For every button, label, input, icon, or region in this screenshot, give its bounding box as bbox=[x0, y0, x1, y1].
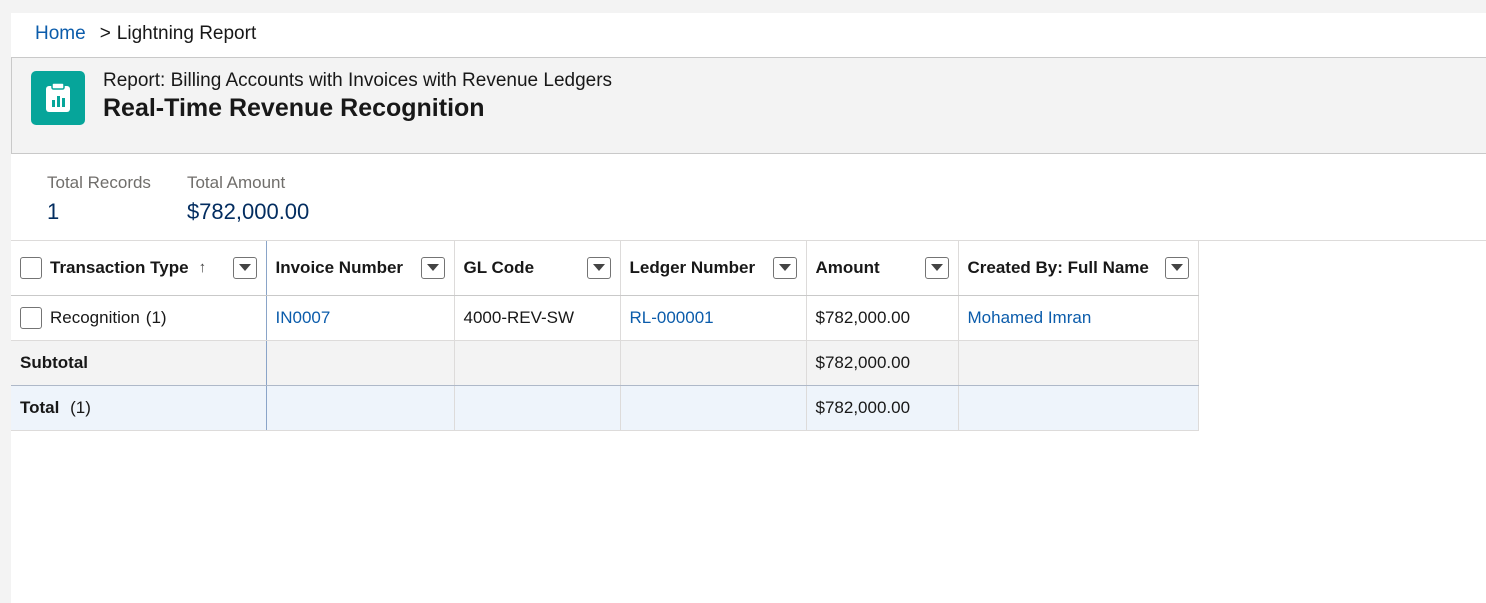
subtotal-empty-cell bbox=[454, 340, 621, 386]
column-menu-button-amount[interactable] bbox=[924, 256, 949, 279]
created-by-link[interactable]: Mohamed Imran bbox=[968, 308, 1092, 327]
total-amount-value: $782,000.00 bbox=[186, 199, 310, 224]
subtotal-amount: $782,000.00 bbox=[806, 340, 959, 386]
report-icon bbox=[31, 71, 85, 125]
subtotal-empty-cell bbox=[958, 340, 1199, 386]
invoice-number-link[interactable]: IN0007 bbox=[276, 308, 331, 327]
breadcrumb-separator: > bbox=[99, 23, 111, 44]
column-header-ledger-number: Ledger Number bbox=[620, 241, 807, 296]
column-label-transaction-type[interactable]: Transaction Type bbox=[50, 258, 189, 278]
total-amount-label: Total Amount bbox=[186, 173, 286, 192]
column-header-amount: Amount bbox=[806, 241, 959, 296]
column-menu-button-ledger-number[interactable] bbox=[772, 256, 797, 279]
group-label: Recognition bbox=[50, 307, 140, 327]
column-menu-button-gl-code[interactable] bbox=[586, 256, 611, 279]
table-row: Recognition (1) IN0007 4000-REV-SW RL-00… bbox=[11, 295, 1199, 341]
breadcrumb-home-link[interactable]: Home bbox=[35, 23, 86, 45]
total-label: Total bbox=[20, 397, 60, 417]
column-menu-button-created-by[interactable] bbox=[1164, 256, 1189, 279]
total-records-block: Total Records 1 bbox=[47, 173, 151, 225]
total-empty-cell bbox=[620, 385, 807, 431]
subtotal-label: Subtotal bbox=[11, 340, 267, 386]
cell-ledger-number: RL-000001 bbox=[620, 295, 807, 341]
total-row: Total (1) $782,000.00 bbox=[11, 385, 1199, 431]
ledger-number-link[interactable]: RL-000001 bbox=[630, 308, 714, 327]
total-records-value: 1 bbox=[47, 199, 60, 224]
subtotal-empty-cell bbox=[620, 340, 807, 386]
column-menu-button-transaction-type[interactable] bbox=[232, 256, 257, 279]
chevron-down-icon bbox=[930, 264, 943, 272]
cell-gl-code: 4000-REV-SW bbox=[454, 295, 621, 341]
column-header-transaction-type: Transaction Type ↑ bbox=[11, 241, 267, 296]
group-count: (1) bbox=[145, 307, 167, 327]
total-count: (1) bbox=[70, 397, 91, 417]
select-all-checkbox[interactable] bbox=[20, 256, 42, 279]
total-records-label: Total Records bbox=[47, 173, 151, 192]
report-title: Real-Time Revenue Recognition bbox=[103, 94, 485, 122]
report-table: Transaction Type ↑ Invoice Number GL Cod… bbox=[11, 241, 1199, 431]
column-label-amount[interactable]: Amount bbox=[816, 258, 880, 278]
chevron-down-icon bbox=[592, 264, 605, 272]
column-label-created-by[interactable]: Created By: Full Name bbox=[968, 258, 1149, 278]
column-header-created-by: Created By: Full Name bbox=[958, 241, 1199, 296]
cell-invoice-number: IN0007 bbox=[266, 295, 455, 341]
sort-ascending-icon[interactable]: ↑ bbox=[199, 259, 207, 276]
column-label-gl-code[interactable]: GL Code bbox=[464, 258, 535, 278]
breadcrumb: Home > Lightning Report bbox=[35, 23, 256, 45]
cell-amount: $782,000.00 bbox=[806, 295, 959, 341]
chevron-down-icon bbox=[238, 264, 251, 272]
total-amount-block: Total Amount $782,000.00 bbox=[187, 173, 309, 225]
chevron-down-icon bbox=[778, 264, 791, 272]
group-cell-recognition: Recognition (1) bbox=[11, 295, 267, 341]
report-header: Report: Billing Accounts with Invoices w… bbox=[11, 57, 1486, 154]
report-summary: Total Records 1 Total Amount $782,000.00 bbox=[47, 173, 345, 225]
column-label-invoice-number[interactable]: Invoice Number bbox=[276, 258, 404, 278]
row-checkbox[interactable] bbox=[20, 306, 42, 329]
subtotal-row: Subtotal $782,000.00 bbox=[11, 340, 1199, 386]
column-header-invoice-number: Invoice Number bbox=[266, 241, 455, 296]
subtotal-empty-cell bbox=[266, 340, 455, 386]
report-page: Home > Lightning Report Report: Billing … bbox=[11, 13, 1486, 603]
column-menu-button-invoice-number[interactable] bbox=[420, 256, 445, 279]
total-empty-cell bbox=[958, 385, 1199, 431]
cell-created-by: Mohamed Imran bbox=[958, 295, 1199, 341]
total-amount: $782,000.00 bbox=[806, 385, 959, 431]
report-type-subtitle: Report: Billing Accounts with Invoices w… bbox=[103, 70, 613, 91]
chevron-down-icon bbox=[426, 264, 439, 272]
column-header-gl-code: GL Code bbox=[454, 241, 621, 296]
breadcrumb-current: Lightning Report bbox=[116, 23, 257, 44]
table-header-row: Transaction Type ↑ Invoice Number GL Cod… bbox=[11, 241, 1199, 296]
chevron-down-icon bbox=[1170, 264, 1183, 272]
total-empty-cell bbox=[266, 385, 455, 431]
total-label-cell: Total (1) bbox=[11, 385, 267, 431]
total-empty-cell bbox=[454, 385, 621, 431]
column-label-ledger-number[interactable]: Ledger Number bbox=[630, 258, 756, 278]
